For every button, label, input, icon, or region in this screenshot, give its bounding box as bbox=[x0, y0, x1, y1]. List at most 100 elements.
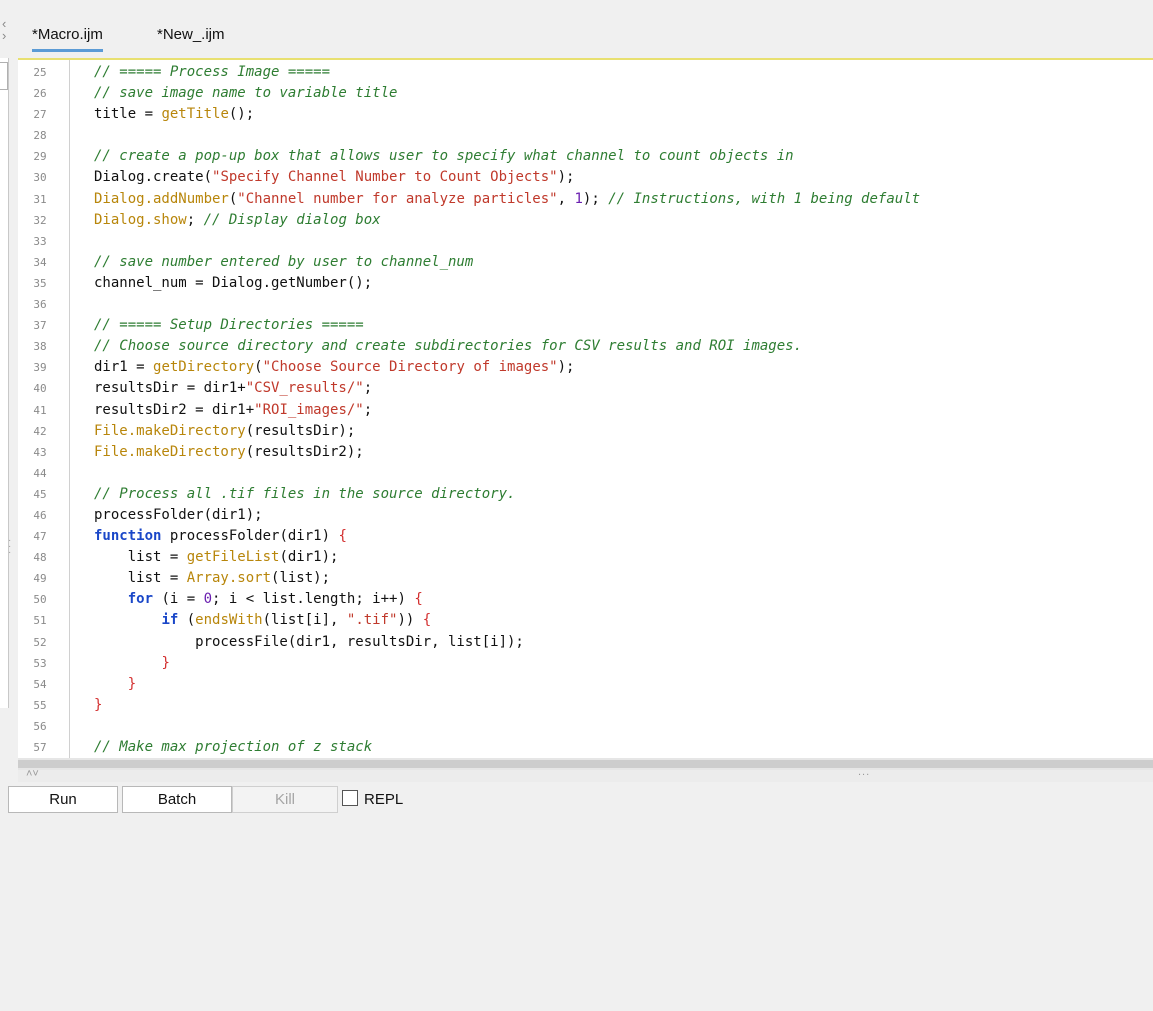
code-text: // ===== Setup Directories ===== bbox=[94, 315, 364, 336]
code-lines: 25 // ===== Process Image ===== 26 // save … bbox=[18, 62, 1153, 760]
code-line: 39 dir1 = getDirectory("Choose Source Dir… bbox=[18, 357, 1153, 378]
line-number: 46 bbox=[33, 508, 47, 522]
code-line: 54 } bbox=[18, 674, 1153, 695]
code-text: function processFolder(dir1) { bbox=[94, 526, 347, 547]
code-text: list = Array.sort(list); bbox=[94, 568, 330, 589]
line-number: 26 bbox=[33, 87, 47, 101]
line-number: 48 bbox=[33, 551, 47, 565]
code-token-plain: Dialog.create( bbox=[94, 169, 213, 186]
code-text: title = getTitle(); bbox=[94, 104, 254, 125]
line-number: 27 bbox=[33, 108, 47, 122]
line-number: 33 bbox=[33, 234, 47, 248]
code-text: // ===== Process Image ===== bbox=[94, 62, 330, 83]
code-text: if (endsWith(list[i], ".tif")) { bbox=[94, 610, 431, 631]
code-token-plain: ; i < list.length; i++) bbox=[212, 591, 415, 608]
code-line: 33 bbox=[18, 231, 1153, 252]
code-token-string: ".tif" bbox=[346, 612, 398, 629]
code-text: resultsDir2 = dir1+"ROI_images/"; bbox=[94, 400, 372, 421]
code-token-comment: // save image name to variable title bbox=[94, 85, 398, 102]
line-number: 49 bbox=[33, 572, 47, 586]
code-token-comment: // create a pop-up box that allows user … bbox=[94, 148, 794, 165]
line-number: 30 bbox=[33, 171, 47, 185]
code-line: 30 Dialog.create("Specify Channel Number … bbox=[18, 167, 1153, 188]
code-token-brace: } bbox=[161, 654, 170, 671]
code-token-func: File.makeDirectory bbox=[94, 443, 246, 460]
line-number: 36 bbox=[33, 298, 47, 312]
code-line: 41 resultsDir2 = dir1+"ROI_images/"; bbox=[18, 400, 1153, 421]
code-line: 53 } bbox=[18, 653, 1153, 674]
horizontal-scrollbar-thumb[interactable] bbox=[18, 760, 1153, 768]
code-token-comment: // Choose source directory and create su… bbox=[94, 338, 803, 355]
code-text: } bbox=[94, 695, 102, 716]
code-token-func: getFileList bbox=[186, 549, 280, 566]
batch-button[interactable]: Batch bbox=[122, 786, 232, 813]
code-text: Dialog.create("Specify Channel Number to… bbox=[94, 167, 574, 188]
code-line: 50 for (i = 0; i < list.length; i++) { bbox=[18, 589, 1153, 610]
run-button[interactable]: Run bbox=[8, 786, 118, 813]
code-line: 56 bbox=[18, 716, 1153, 737]
code-token-func: getDirectory bbox=[153, 359, 255, 376]
chevron-up-down-icon[interactable]: ˄˅ bbox=[26, 768, 39, 780]
repl-checkbox[interactable] bbox=[342, 790, 358, 806]
code-token-plain: (); bbox=[228, 106, 255, 123]
code-text: channel_num = Dialog.getNumber(); bbox=[94, 273, 372, 294]
code-line: 51 if (endsWith(list[i], ".tif")) { bbox=[18, 610, 1153, 631]
code-line: 32 Dialog.show; // Display dialog box bbox=[18, 210, 1153, 231]
code-token-plain: , bbox=[557, 190, 575, 207]
code-token-plain: (i = bbox=[153, 591, 204, 608]
code-token-plain: list = bbox=[94, 549, 187, 566]
code-token-plain: title = bbox=[94, 106, 162, 123]
code-line: 28 bbox=[18, 125, 1153, 146]
line-number: 43 bbox=[33, 445, 47, 459]
code-line: 35 channel_num = Dialog.getNumber(); bbox=[18, 273, 1153, 294]
line-number: 51 bbox=[33, 614, 47, 628]
code-line: 36 bbox=[18, 294, 1153, 315]
code-text: // Choose source directory and create su… bbox=[94, 336, 802, 357]
code-line: 44 bbox=[18, 463, 1153, 484]
code-text: processFolder(dir1); bbox=[94, 505, 263, 526]
code-text: resultsDir = dir1+"CSV_results/"; bbox=[94, 378, 372, 399]
vertical-splitter-grip-icon[interactable]: · · · bbox=[8, 536, 12, 568]
code-text: dir1 = getDirectory("Choose Source Direc… bbox=[94, 357, 574, 378]
code-token-plain: ); bbox=[557, 169, 575, 186]
code-editor[interactable]: 25 // ===== Process Image ===== 26 // save … bbox=[18, 58, 1153, 760]
code-line: 57 // Make max projection of z stack bbox=[18, 737, 1153, 758]
code-token-brace: { bbox=[338, 528, 347, 545]
code-line: 45 // Process all .tif files in the sourc… bbox=[18, 484, 1153, 505]
panel-splitter[interactable]: ˄˅ ... bbox=[18, 766, 1153, 782]
line-number: 32 bbox=[33, 213, 47, 227]
code-line: 40 resultsDir = dir1+"CSV_results/"; bbox=[18, 378, 1153, 399]
code-token-comment: // ===== Process Image ===== bbox=[94, 64, 331, 80]
code-token-string: "Specify Channel Number to Count Objects… bbox=[212, 169, 558, 186]
horizontal-scrollbar[interactable] bbox=[18, 758, 1153, 770]
line-number: 37 bbox=[33, 319, 47, 333]
line-number: 56 bbox=[33, 719, 47, 733]
code-line: 48 list = getFileList(dir1); bbox=[18, 547, 1153, 568]
code-token-func: getTitle bbox=[161, 106, 229, 123]
line-number: 34 bbox=[33, 255, 47, 269]
repl-label: REPL bbox=[364, 791, 404, 808]
code-token-string: "Channel number for analyze particles" bbox=[237, 190, 558, 207]
tab-scroll-icon[interactable]: ‹ › bbox=[2, 17, 14, 48]
code-line: 43 File.makeDirectory(resultsDir2); bbox=[18, 442, 1153, 463]
left-panel-handle[interactable] bbox=[0, 62, 8, 90]
tab-new-ijm[interactable]: *New_.ijm bbox=[157, 26, 225, 43]
line-number: 41 bbox=[33, 403, 47, 417]
code-token-plain: resultsDir2 = dir1+ bbox=[94, 401, 255, 418]
code-line: 31 Dialog.addNumber("Channel number for a… bbox=[18, 189, 1153, 210]
repl-toggle[interactable]: REPL bbox=[342, 790, 403, 808]
code-line: 55} bbox=[18, 695, 1153, 716]
code-token-plain: ; bbox=[186, 211, 204, 228]
code-line: 42 File.makeDirectory(resultsDir); bbox=[18, 421, 1153, 442]
code-token-brace: } bbox=[127, 675, 137, 692]
tab-macro-ijm[interactable]: *Macro.ijm bbox=[32, 26, 103, 52]
code-token-plain: resultsDir = dir1+ bbox=[94, 380, 246, 397]
code-token-plain: ( bbox=[178, 612, 196, 629]
code-token-plain: (list[i], bbox=[262, 612, 347, 629]
code-line: 46 processFolder(dir1); bbox=[18, 505, 1153, 526]
kill-button[interactable]: Kill bbox=[232, 786, 338, 813]
code-token-plain: ; bbox=[363, 380, 373, 397]
